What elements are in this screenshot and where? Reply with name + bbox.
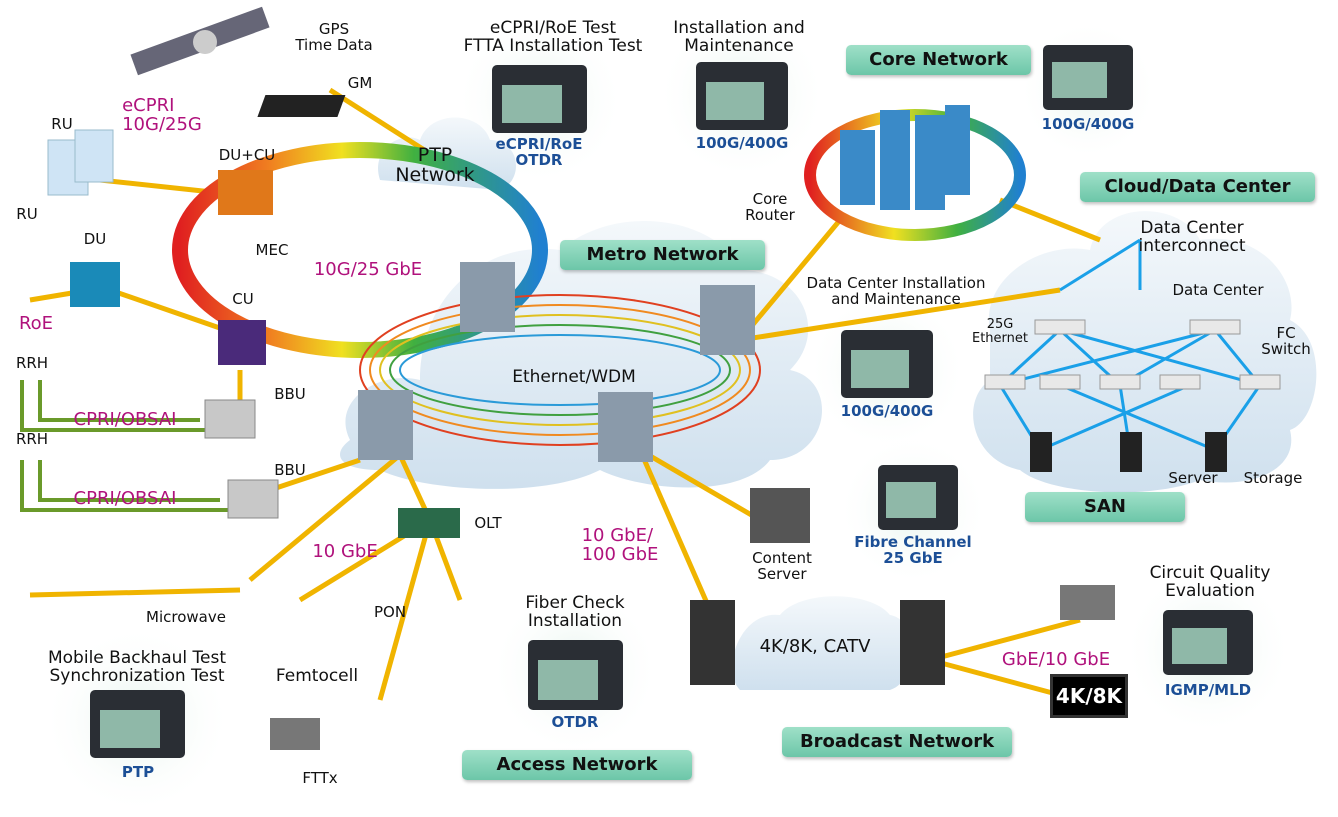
tester-fronthaul-label: eCPRI/RoE OTDR xyxy=(495,135,583,169)
fttx-label: FTTx xyxy=(302,769,338,787)
broadcast-server-icon xyxy=(690,600,735,685)
rate-cpri-1: CPRI/OBSAI xyxy=(73,409,177,430)
ru-antenna-icon xyxy=(74,129,114,183)
rrh-label-2: RRH xyxy=(15,430,49,448)
server-label: Server xyxy=(1168,469,1218,487)
mec-label: MEC xyxy=(255,241,289,259)
bbu-label-2: BBU xyxy=(274,461,306,479)
satellite-icon xyxy=(130,6,270,76)
section-broadcast-network: Broadcast Network xyxy=(782,727,1012,757)
rrh-label-1: RRH xyxy=(15,354,49,372)
bbu-building-icon xyxy=(227,479,279,519)
data-center-label: Data Center xyxy=(1172,281,1264,299)
femtocell-label: Femtocell xyxy=(275,666,359,686)
du-label: DU xyxy=(83,230,107,248)
ptp-network-label: PTP Network xyxy=(395,144,475,186)
ru-label-1: RU xyxy=(51,115,73,133)
du-cu-switch-icon xyxy=(218,170,273,215)
rate-access: 10 GbE xyxy=(312,541,378,562)
olt-label: OLT xyxy=(474,514,502,532)
cu-switch-icon xyxy=(218,320,266,365)
section-core-network: Core Network xyxy=(846,45,1031,75)
rate-broadcast-out: GbE/10 GbE xyxy=(1001,649,1111,670)
laptop-icon xyxy=(1060,585,1115,620)
tester-access-label: OTDR xyxy=(551,713,599,731)
rate-ring: 10G/25 GbE xyxy=(313,259,423,280)
laptop-icon xyxy=(270,718,320,750)
ethernet-wdm-label: Ethernet/WDM xyxy=(512,367,636,387)
microwave-label: Microwave xyxy=(146,608,226,626)
content-server-label: Content Server xyxy=(752,549,812,583)
gm-label: GM xyxy=(347,74,373,92)
tester-fronthaul-title: eCPRI/RoE Test FTTA Installation Test xyxy=(463,18,643,56)
gps-label: GPS Time Data xyxy=(295,20,373,54)
tester-core-label: 100G/400G xyxy=(1041,115,1135,133)
core-router-label: Core Router xyxy=(745,190,795,224)
rate-ecpri: eCPRI 10G/25G xyxy=(122,95,202,135)
section-metro-network: Metro Network xyxy=(560,240,765,270)
rate-roe: RoE xyxy=(18,313,54,334)
ethernet-25g-label: 25G Ethernet xyxy=(972,317,1028,346)
dci-label: Data Center interconnect xyxy=(1138,218,1246,256)
pon-label: PON xyxy=(373,603,407,621)
broadcast-server-icon xyxy=(900,600,945,685)
fc-switch-label: FC Switch xyxy=(1261,324,1311,358)
section-access-network: Access Network xyxy=(462,750,692,780)
tester-access-title: Fiber Check Installation xyxy=(525,593,625,631)
du-cu-label: DU+CU xyxy=(218,146,276,164)
ru-label-2: RU xyxy=(16,205,38,223)
rate-broadcast-uplink: 10 GbE/ 100 GbE xyxy=(581,525,659,565)
gm-clock-icon xyxy=(257,95,346,117)
section-san: SAN xyxy=(1025,492,1185,522)
section-cloud-data-center: Cloud/Data Center xyxy=(1080,172,1315,202)
tester-metro-label: 100G/400G xyxy=(695,134,789,152)
tester-backhaul-title: Mobile Backhaul Test Synchronization Tes… xyxy=(47,648,227,686)
tester-broadcast-title: Circuit Quality Evaluation xyxy=(1149,563,1271,601)
tester-metro-title: Installation and Maintenance xyxy=(673,18,805,56)
olt-icon xyxy=(398,508,460,538)
tester-datacenter-label: 100G/400G xyxy=(840,402,934,420)
catv-label: 4K/8K, CATV xyxy=(759,636,871,657)
tester-backhaul-label: PTP xyxy=(121,763,155,781)
content-server-icon xyxy=(750,488,810,543)
display-4k8k: 4K/8K xyxy=(1050,674,1128,718)
du-switch-icon xyxy=(70,262,120,307)
bbu-building-icon xyxy=(204,399,256,439)
rate-cpri-2: CPRI/OBSAI xyxy=(73,488,177,509)
tester-broadcast-label: IGMP/MLD xyxy=(1164,681,1252,699)
cu-label: CU xyxy=(232,290,254,308)
storage-label: Storage xyxy=(1243,469,1303,487)
tester-datacenter-title: Data Center Installation and Maintenance xyxy=(806,274,986,308)
bbu-label-1: BBU xyxy=(274,385,306,403)
tester-san-label: Fibre Channel 25 GbE xyxy=(854,533,972,567)
